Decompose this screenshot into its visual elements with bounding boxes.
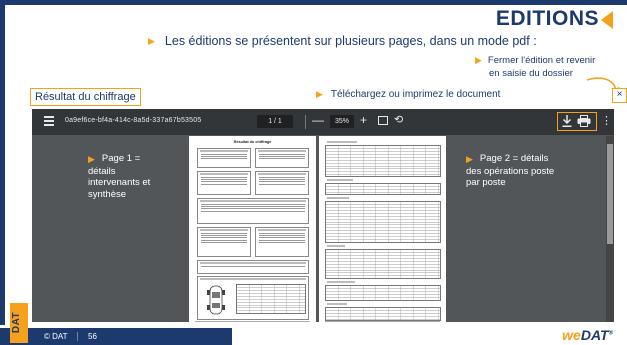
operations-table (325, 307, 441, 321)
viewer-header: Résultat du chiffrage ▶ Téléchargez ou im… (30, 88, 627, 106)
scrollbar-thumb[interactable] (607, 144, 613, 244)
bullet-arrow-icon: ▶ (88, 154, 95, 164)
doc-heading (325, 178, 439, 182)
page-number: 56 (88, 332, 97, 341)
slide: EDITIONS ▶ Les éditions se présentent sur… (0, 0, 627, 345)
slide-title: EDITIONS (495, 7, 599, 30)
zoom-out-button[interactable]: — (312, 113, 324, 127)
rotate-icon[interactable]: ⟲ (394, 113, 403, 126)
download-hint-label: Téléchargez ou imprimez le document (330, 89, 501, 101)
brand-name: DAT (580, 327, 609, 343)
left-stripe (0, 0, 5, 345)
scrollbar[interactable] (606, 136, 614, 322)
close-hint-line1: Fermer l'édition et revenir (487, 55, 596, 67)
doc-heading (325, 244, 439, 248)
title-arrow-icon (601, 11, 613, 29)
doc-block (255, 227, 309, 257)
doc-block (197, 171, 251, 195)
toolbar-divider (305, 115, 306, 129)
fit-page-icon[interactable] (378, 116, 388, 125)
more-options-icon[interactable]: ⋮ (601, 114, 612, 127)
zoom-level[interactable]: 35% (330, 115, 354, 128)
doc-block (255, 171, 309, 195)
doc-heading (325, 196, 439, 200)
operations-table (325, 285, 441, 301)
top-stripe (0, 0, 627, 5)
page-indicator[interactable]: 1 / 1 (257, 115, 293, 128)
doc-block (197, 198, 309, 224)
doc-heading (325, 140, 439, 144)
download-hint: ▶ Téléchargez ou imprimez le document (316, 89, 500, 100)
intro-text: ▶ Les éditions se présentent sur plusieur… (148, 34, 537, 48)
car-diagram-icon (207, 285, 225, 315)
annotation-page1-text: Page 1 = détails intervenants et synthès… (88, 153, 151, 200)
bullet-arrow-icon: ▶ (466, 154, 473, 164)
pdf-toolbar: 0a9ef6ce-bf4a-414c-8a5d-337a67b53505 1 /… (32, 109, 614, 135)
annotation-page1: ▶ Page 1 = détails intervenants et synthè… (88, 153, 162, 200)
page1-title: Résultat du chiffrage (233, 140, 272, 144)
pdf-page-1[interactable]: Résultat du chiffrage (189, 136, 316, 322)
viewer-title: Résultat du chiffrage (30, 88, 141, 106)
file-name: 0a9ef6ce-bf4a-414c-8a5d-337a67b53505 (65, 117, 202, 124)
doc-heading (325, 302, 439, 306)
doc-block (197, 276, 309, 320)
copyright-text: © DAT (44, 332, 68, 341)
page-footer-line (195, 321, 310, 322)
doc-block (197, 227, 251, 257)
bullet-arrow-icon: ▶ (316, 89, 323, 99)
download-icon[interactable] (561, 114, 573, 128)
doc-block (197, 260, 309, 274)
summary-table (236, 284, 306, 314)
footer-divider (77, 332, 78, 341)
brand-logo: weDAT® (562, 327, 613, 343)
pdf-viewer: 0a9ef6ce-bf4a-414c-8a5d-337a67b53505 1 /… (32, 109, 614, 322)
menu-icon[interactable] (44, 116, 54, 126)
close-hint: ▶ Fermer l'édition et revenir en saisie d… (475, 54, 595, 80)
pdf-page-2[interactable] (319, 136, 446, 322)
operations-table (325, 183, 441, 195)
zoom-in-button[interactable]: + (360, 113, 367, 127)
dat-badge: DAT (10, 303, 28, 343)
operations-table (325, 145, 441, 177)
footer-bar: © DAT 56 (0, 328, 232, 345)
close-hint-line2: en saisie du dossier (489, 68, 573, 80)
annotation-page2-text: Page 2 = détails des opérations poste pa… (466, 153, 555, 188)
close-button[interactable]: × (612, 88, 627, 103)
annotation-page2: ▶ Page 2 = détails des opérations poste p… (466, 153, 566, 189)
brand-mark: ® (608, 330, 613, 337)
doc-block (197, 148, 251, 168)
brand-we: we (562, 327, 581, 343)
bullet-arrow-icon: ▶ (148, 36, 155, 47)
operations-table (325, 201, 441, 243)
dat-badge-label: DAT (11, 311, 23, 334)
page-footer-line (325, 321, 440, 322)
print-icon[interactable] (577, 115, 591, 127)
doc-block (255, 148, 309, 168)
bullet-arrow-icon: ▶ (475, 55, 482, 65)
doc-heading (325, 280, 439, 284)
intro-label: Les éditions se présentent sur plusieurs… (164, 34, 537, 48)
operations-table (325, 249, 441, 279)
